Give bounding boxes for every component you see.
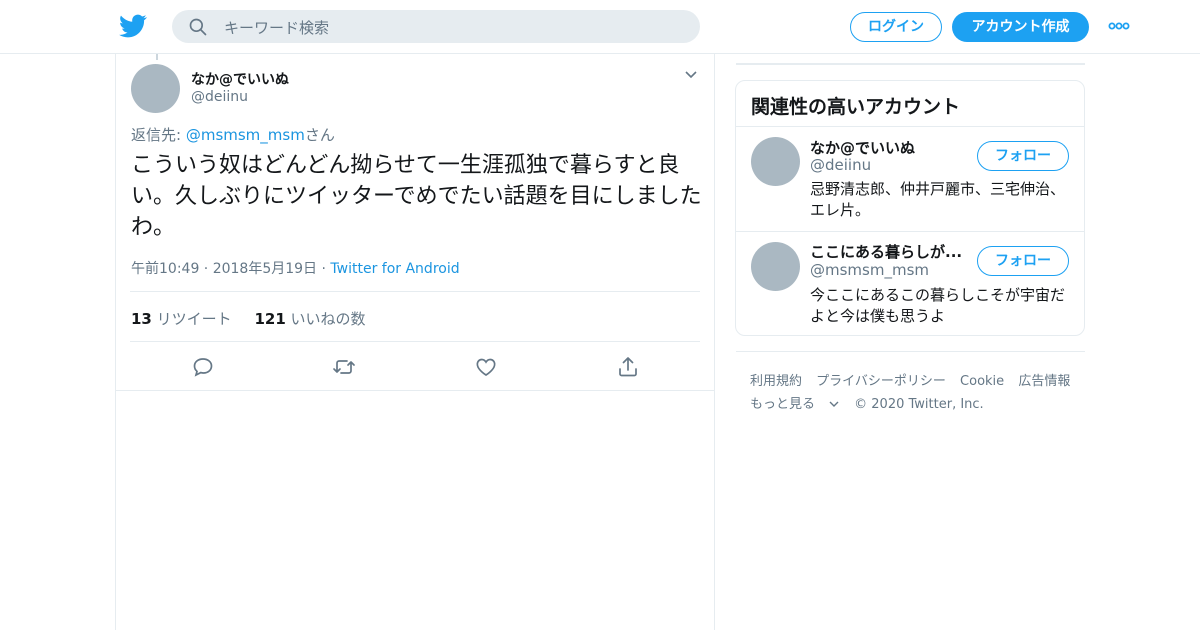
footer: 利用規約 プライバシーポリシー Cookie 広告情報 もっと見る © 2020… [750,370,1080,416]
related-account-bio: 今ここにあるこの暮らしこそが宇宙だよと今は僕も思うよ [810,286,1066,325]
more-options-icon[interactable] [1108,20,1130,32]
related-account-handle[interactable]: @deiinu [810,156,871,174]
follow-button[interactable]: フォロー [977,246,1069,276]
like-stat[interactable]: 121 いいねの数 [254,310,365,328]
tweet-text: こういう奴はどんどん拗らせて一生涯孤独で暮らすと良い。久しぶりにツイッターでめで… [131,153,702,240]
reply-prefix: 返信先: [131,126,186,144]
login-button[interactable]: ログイン [850,12,942,42]
footer-link-privacy[interactable]: プライバシーポリシー [816,374,946,389]
tweet-column: なか@でいいぬ @deiinu 返信先: @msmsm_msmさん こういう奴は… [115,54,715,630]
related-accounts-title: 関連性の高いアカウント [751,96,961,118]
footer-more-label: もっと見る [750,397,816,412]
thread-connector [156,54,158,60]
divider [130,291,700,292]
divider [130,341,700,342]
retweet-count: 13 [131,310,152,328]
divider [736,351,1085,352]
divider [736,126,1084,127]
search-icon [189,18,207,36]
reply-context: 返信先: @msmsm_msmさん [131,124,335,145]
avatar[interactable] [751,242,800,291]
related-accounts-panel: 関連性の高いアカウント なか@でいいぬ @deiinu フォロー 忌野清志郎、仲… [735,80,1085,336]
divider [736,63,1085,65]
share-icon[interactable] [616,355,640,379]
reply-suffix: さん [304,126,335,144]
footer-link-terms[interactable]: 利用規約 [750,374,802,389]
tweet-source-link[interactable]: Twitter for Android [330,261,459,277]
tweet-stats: 13 リツイート 121 いいねの数 [131,308,366,329]
avatar[interactable] [751,137,800,186]
footer-link-cookie[interactable]: Cookie [960,374,1004,389]
top-bar: キーワード検索 ログイン アカウント作成 [0,0,1200,54]
avatar[interactable] [131,64,180,113]
footer-link-ads[interactable]: 広告情報 [1018,374,1070,389]
retweet-icon[interactable] [332,355,356,379]
twitter-bird-icon[interactable] [118,12,148,40]
tweet-author-handle[interactable]: @deiinu [191,89,248,105]
tweet-timestamp[interactable]: 午前10:49 · 2018年5月19日 [131,261,317,277]
follow-button[interactable]: フォロー [977,141,1069,171]
retweet-stat[interactable]: 13 リツイート [131,310,232,328]
footer-row-2: もっと見る © 2020 Twitter, Inc. [750,393,1080,416]
related-account-name[interactable]: ここにある暮らしが... [810,241,962,262]
reply-icon[interactable] [191,355,215,379]
retweet-label: リツイート [156,310,232,328]
signup-button[interactable]: アカウント作成 [952,12,1089,42]
like-count: 121 [254,310,286,328]
tweet-author-name[interactable]: なか@でいいぬ [191,69,289,89]
search-input[interactable]: キーワード検索 [224,17,329,38]
tweet-meta: 午前10:49 · 2018年5月19日 · Twitter for Andro… [131,258,460,278]
divider [736,231,1084,232]
like-label: いいねの数 [290,310,366,328]
footer-copyright: © 2020 Twitter, Inc. [854,397,984,412]
footer-more-link[interactable]: もっと見る [750,397,840,412]
meta-separator: · [317,261,331,277]
search-box[interactable]: キーワード検索 [172,10,700,43]
divider [116,390,714,391]
related-account-bio: 忌野清志郎、仲井戸麗市、三宅伸治、エレ片。 [810,180,1066,219]
reply-to-link[interactable]: @msmsm_msm [186,126,305,144]
footer-links-row: 利用規約 プライバシーポリシー Cookie 広告情報 [750,370,1080,393]
related-account-handle[interactable]: @msmsm_msm [810,261,929,279]
chevron-down-icon [829,401,839,407]
like-heart-icon[interactable] [474,355,498,379]
chevron-down-icon[interactable] [684,70,698,80]
related-account-name[interactable]: なか@でいいぬ [810,137,915,158]
